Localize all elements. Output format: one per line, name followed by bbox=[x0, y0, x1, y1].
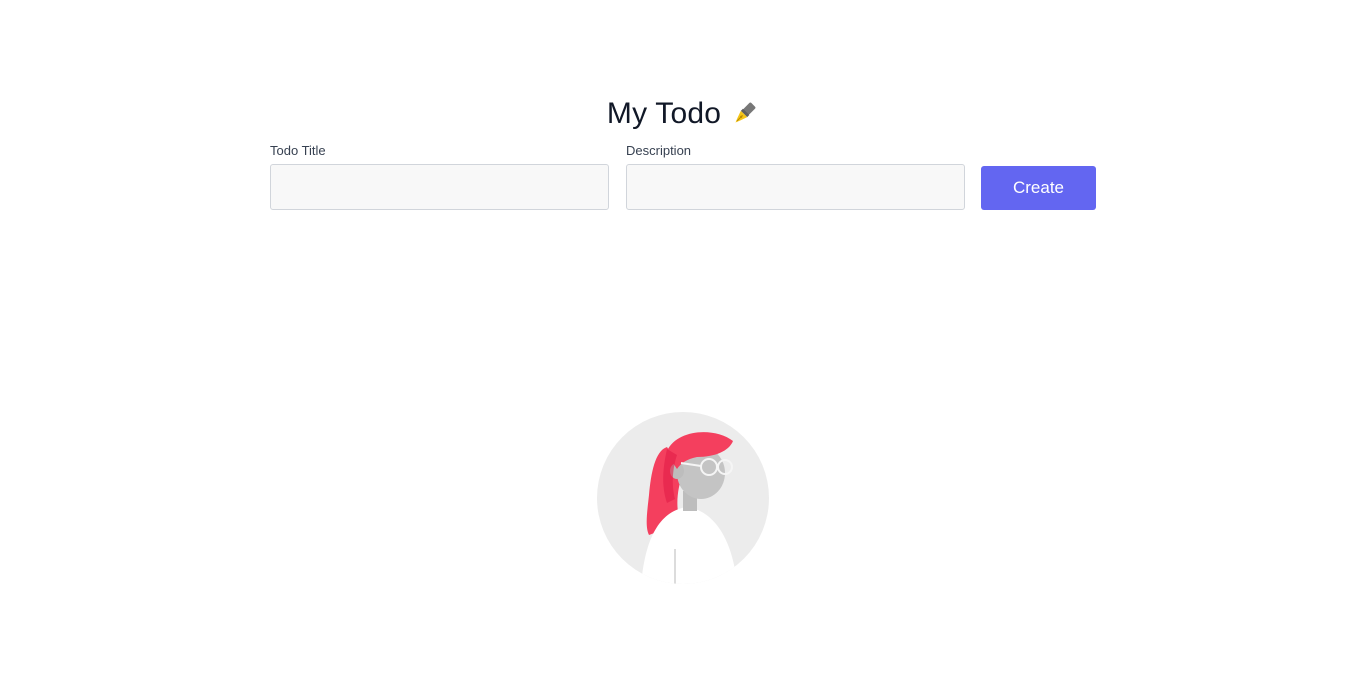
empty-state-illustration bbox=[597, 411, 769, 585]
todo-title-input[interactable] bbox=[270, 164, 609, 210]
page-title: My Todo bbox=[606, 97, 722, 130]
description-field: Description bbox=[626, 142, 965, 210]
description-input[interactable] bbox=[626, 164, 965, 210]
description-label: Description bbox=[626, 143, 692, 158]
header: My Todo bbox=[0, 94, 1366, 134]
create-todo-form: Todo Title Description Create bbox=[270, 142, 1096, 212]
fountain-pen-icon bbox=[729, 99, 759, 129]
create-button[interactable]: Create bbox=[981, 166, 1096, 210]
todo-title-label: Todo Title bbox=[270, 143, 326, 158]
todo-title-field: Todo Title bbox=[270, 142, 609, 210]
todo-page: My Todo Todo Title Description Create bbox=[0, 0, 1366, 690]
